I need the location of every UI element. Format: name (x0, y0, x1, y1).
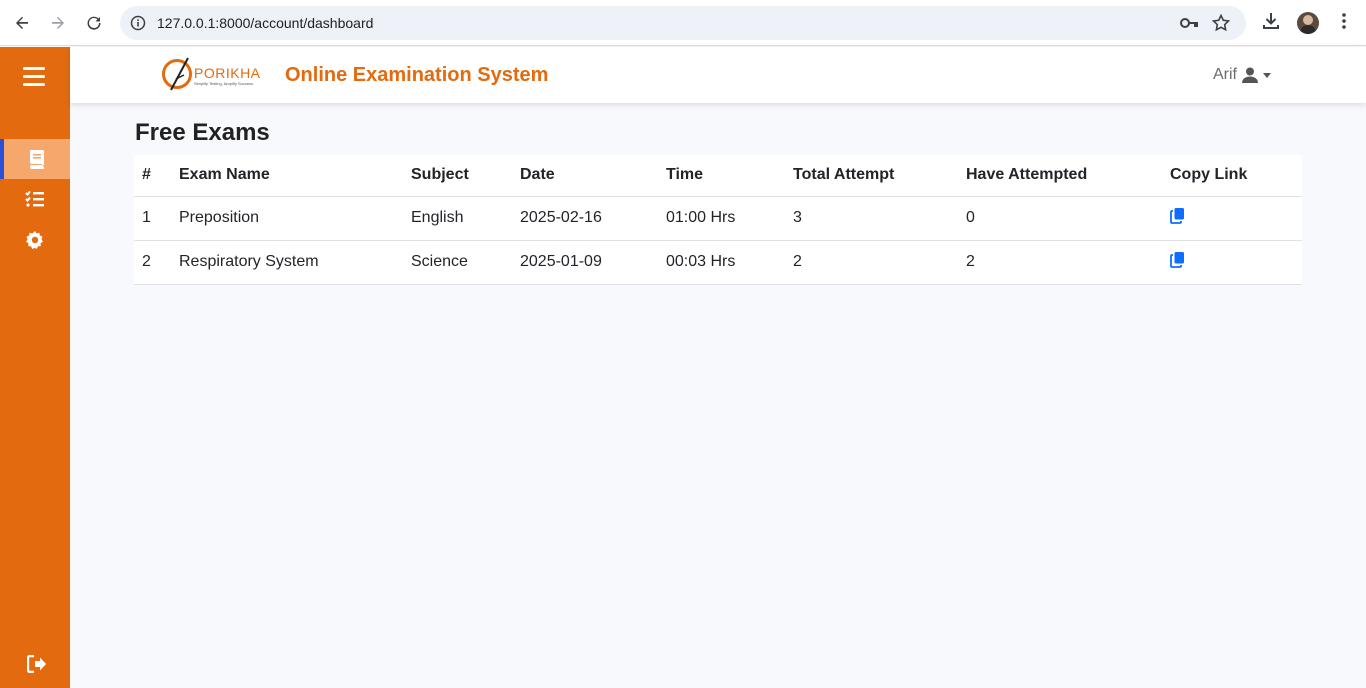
cell-date: 2025-01-09 (512, 240, 658, 285)
cell-date: 2025-02-16 (512, 196, 658, 241)
copy-link-icon[interactable] (1170, 251, 1185, 273)
cell-time: 01:00 Hrs (658, 196, 785, 241)
column-header-copy-link: Copy Link (1162, 155, 1302, 197)
column-header-time: Time (658, 155, 785, 197)
table-row: 2 Respiratory System Science 2025-01-09 … (134, 240, 1302, 285)
cell-total-attempt: 3 (785, 196, 958, 241)
cell-copy-link (1162, 196, 1302, 241)
column-header-exam-name: Exam Name (171, 155, 403, 197)
download-icon[interactable] (1261, 11, 1281, 36)
user-name: Arif (1213, 66, 1237, 83)
free-exams-table: # Exam Name Subject Date Time Total Atte… (134, 155, 1302, 285)
gear-icon (26, 231, 43, 249)
column-header-total-attempt: Total Attempt (785, 155, 958, 197)
cell-subject: English (403, 196, 512, 241)
sidebar-item-results[interactable] (0, 179, 70, 219)
cell-have-attempted: 0 (958, 196, 1162, 241)
logo-tagline: Simplify Testing, Amplify Success (194, 81, 254, 86)
column-header-date: Date (512, 155, 658, 197)
cell-time: 00:03 Hrs (658, 240, 785, 285)
cell-number: 2 (134, 240, 171, 285)
sidebar-item-settings[interactable] (0, 220, 70, 260)
bookmark-star-icon[interactable] (1211, 13, 1231, 37)
porikha-logo[interactable]: PORIKHA Simplify Testing, Amplify Succes… (162, 57, 262, 93)
page-title: Free Exams (135, 119, 270, 146)
task-list-icon (25, 190, 44, 207)
sidebar-item-exams[interactable] (0, 139, 70, 179)
logout-icon[interactable] (26, 654, 47, 678)
table-header-row: # Exam Name Subject Date Time Total Atte… (134, 155, 1302, 197)
cell-subject: Science (403, 240, 512, 285)
copy-link-icon[interactable] (1170, 207, 1185, 229)
back-button[interactable] (10, 11, 34, 35)
hamburger-menu-icon[interactable] (23, 67, 45, 91)
profile-avatar[interactable] (1297, 12, 1319, 34)
app-title: Online Examination System (285, 64, 549, 86)
url-text: 127.0.0.1:8000/account/dashboard (157, 15, 374, 31)
table-row: 1 Preposition English 2025-02-16 01:00 H… (134, 196, 1302, 241)
user-icon (1242, 67, 1258, 83)
caret-down-icon (1263, 72, 1271, 78)
address-bar[interactable]: 127.0.0.1:8000/account/dashboard (120, 6, 1246, 40)
browser-menu-icon[interactable] (1334, 11, 1354, 36)
cell-exam-name: Preposition (171, 196, 403, 241)
cell-total-attempt: 2 (785, 240, 958, 285)
cell-have-attempted: 2 (958, 240, 1162, 285)
site-info-icon[interactable] (130, 15, 146, 36)
book-icon (30, 150, 44, 169)
browser-toolbar: 127.0.0.1:8000/account/dashboard (0, 0, 1366, 46)
sidebar (0, 47, 70, 688)
column-header-have-attempted: Have Attempted (958, 155, 1162, 197)
cell-exam-name: Respiratory System (171, 240, 403, 285)
forward-button[interactable] (46, 11, 70, 35)
password-key-icon[interactable] (1179, 15, 1199, 36)
reload-button[interactable] (82, 11, 106, 35)
user-menu-dropdown[interactable]: Arif (1213, 66, 1271, 84)
column-header-subject: Subject (403, 155, 512, 197)
logo-text: PORIKHA (194, 65, 261, 81)
cell-copy-link (1162, 240, 1302, 285)
column-header-number: # (134, 155, 171, 197)
app-header: PORIKHA Simplify Testing, Amplify Succes… (70, 47, 1366, 103)
cell-number: 1 (134, 196, 171, 241)
